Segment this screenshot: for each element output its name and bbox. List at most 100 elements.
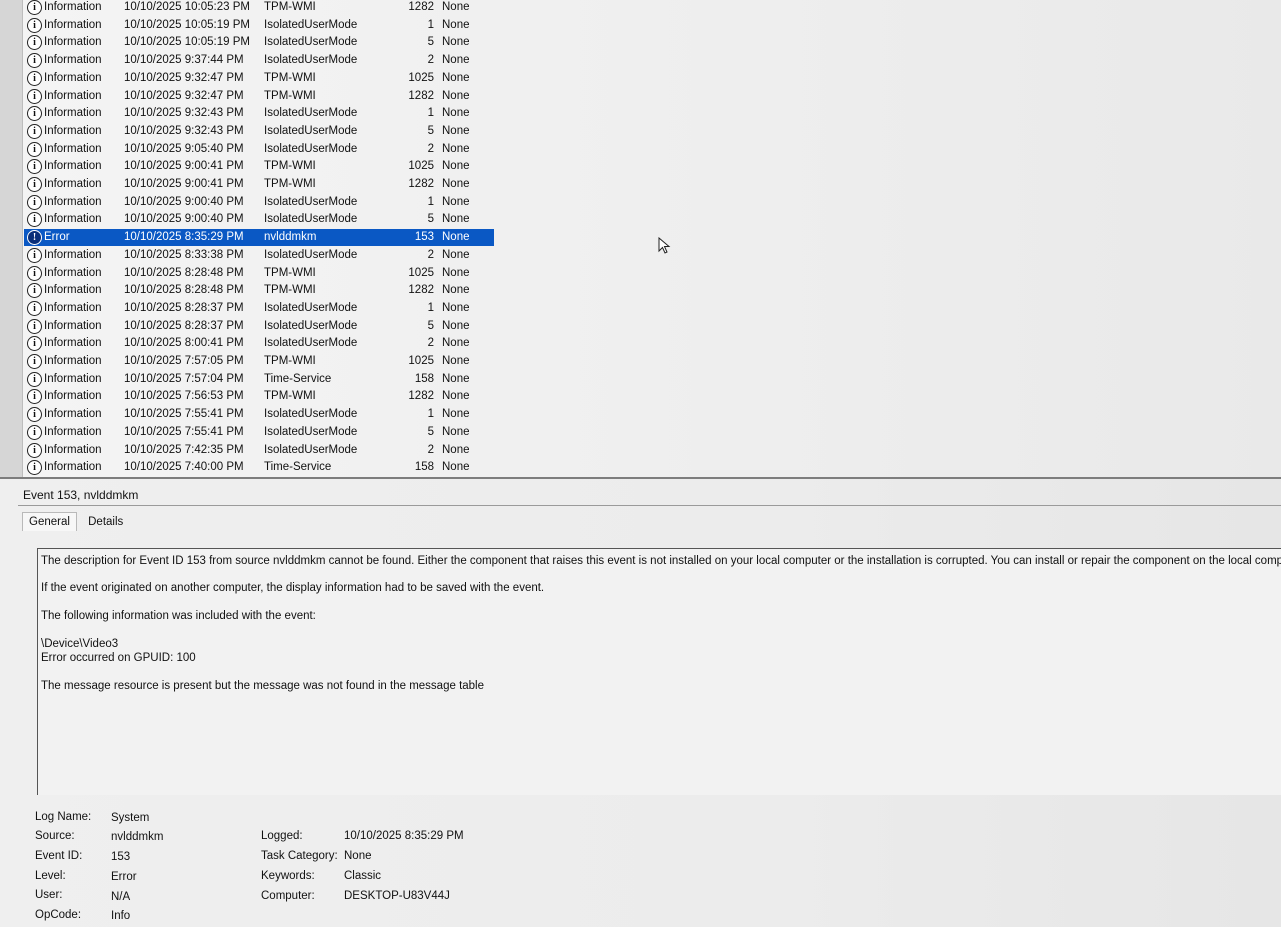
event-id: 158 [414,372,434,385]
event-task-category: None [442,1,470,13]
event-task-category: None [442,160,470,173]
event-row[interactable]: i Information 10/10/2025 9:00:40 PM Isolate… [24,194,494,211]
detail-tabs: General Details [22,512,131,532]
event-task-category: None [442,36,470,49]
event-source: TPM-WMI [264,1,316,13]
event-date: 10/10/2025 8:28:48 PM [124,284,244,297]
logged-label: Logged: [261,830,303,842]
event-id: 1025 [408,71,434,84]
event-row[interactable]: i Information 10/10/2025 8:28:48 PM TPM-WMI… [24,282,494,299]
event-row[interactable]: i Information 10/10/2025 7:55:41 PM Isolate… [24,424,494,441]
event-row[interactable]: i Information 10/10/2025 10:05:23 PM TPM-WM… [24,0,494,16]
event-row[interactable]: i Information 10/10/2025 7:40:00 PM Time-Se… [24,459,494,476]
info-circle-icon: i [27,0,42,15]
info-circle-icon: i [27,159,42,175]
event-source: Time-Service [264,372,332,385]
description-line: If the event originated on another compu… [41,582,545,594]
event-date: 10/10/2025 8:35:29 PM [124,231,244,244]
event-source: TPM-WMI [264,390,316,403]
tab-details[interactable]: Details [82,513,129,531]
event-row[interactable]: i Information 10/10/2025 9:00:41 PM TPM-WMI… [24,176,494,193]
event-source: IsolatedUserMode [264,213,358,226]
event-id: 1282 [408,1,434,13]
info-circle-icon: i [27,460,42,476]
event-task-category: None [442,71,470,84]
info-circle-icon: i [27,336,42,352]
event-source: IsolatedUserMode [264,319,358,332]
event-list: i Information 10/10/2025 10:05:23 PM TPM-WM… [0,0,1281,479]
event-source: nvlddmkm [264,231,317,244]
info-circle-icon: i [27,123,42,139]
event-row[interactable]: i Information 10/10/2025 9:32:47 PM TPM-WMI… [24,70,494,87]
event-task-category: None [442,319,470,332]
event-row[interactable]: i Information 10/10/2025 7:57:05 PM TPM-WMI… [24,353,494,370]
event-source: TPM-WMI [264,89,316,102]
event-task-category: None [442,124,470,137]
keywords-value: Classic [344,870,382,882]
event-source: IsolatedUserMode [264,301,358,314]
event-row[interactable]: i Information 10/10/2025 9:32:43 PM Isolate… [24,105,494,122]
event-task-category: None [442,142,470,155]
event-row[interactable]: i Information 10/10/2025 10:05:19 PM Isolat… [24,17,494,34]
event-task-category: None [442,355,470,367]
event-source: IsolatedUserMode [264,408,358,421]
event-row[interactable]: i Information 10/10/2025 7:42:35 PM Isolate… [24,442,494,459]
event-date: 10/10/2025 9:32:43 PM [124,107,244,120]
event-row[interactable]: i Information 10/10/2025 10:05:19 PM Isolat… [24,34,494,51]
user-value: N/A [111,891,131,903]
event-id: 1282 [408,390,434,403]
info-circle-icon: i [27,70,42,86]
event-id: 2 [427,443,434,456]
event-row[interactable]: i Information 10/10/2025 8:00:41 PM Isolate… [24,335,494,352]
tab-general[interactable]: General [22,512,77,531]
event-row[interactable]: i Information 10/10/2025 9:00:40 PM Isolate… [24,211,494,228]
event-row[interactable]: i Information 10/10/2025 8:33:38 PM Isolate… [24,247,494,264]
event-row[interactable]: i Information 10/10/2025 8:28:37 PM Isolate… [24,318,494,335]
event-row[interactable]: i Information 10/10/2025 7:57:04 PM Time-Se… [24,371,494,388]
event-id-label: Event ID: [35,850,83,862]
event-source: TPM-WMI [264,284,316,297]
event-task-category: None [442,89,470,102]
info-circle-icon: i [27,194,42,210]
event-date: 10/10/2025 8:28:48 PM [124,266,244,279]
info-circle-icon: i [27,177,42,192]
event-row[interactable]: i Information 10/10/2025 9:05:40 PM Isolate… [24,141,494,158]
event-row[interactable]: i Information 10/10/2025 9:00:41 PM TPM-WMI… [24,158,494,175]
event-row[interactable]: i Information 10/10/2025 8:28:37 PM Isolate… [24,300,494,317]
event-date: 10/10/2025 9:37:44 PM [124,54,244,67]
event-id: 1025 [408,355,434,367]
info-circle-icon: i [27,424,42,440]
event-level: Information [44,301,102,314]
event-task-category: None [442,107,470,120]
event-level: Information [44,124,102,137]
event-level: Information [44,372,102,385]
event-date: 10/10/2025 8:33:38 PM [124,248,244,261]
event-id: 153 [414,231,434,244]
task-category-label: Task Category: [261,850,338,862]
log-name-label: Log Name: [35,811,92,823]
event-id: 5 [427,36,434,49]
event-id: 2 [427,248,434,261]
event-row-selected[interactable]: ! Error 10/10/2025 8:35:29 PM nvlddmkm 153 No… [24,229,494,247]
error-circle-icon: ! [27,230,42,246]
event-id: 2 [427,142,434,155]
event-level: Information [44,213,102,226]
description-line: \Device\Video3 [41,638,119,650]
event-source: IsolatedUserMode [264,107,358,120]
event-date: 10/10/2025 7:56:53 PM [124,390,244,403]
event-task-category: None [442,284,470,297]
event-row[interactable]: i Information 10/10/2025 8:28:48 PM TPM-WMI… [24,265,494,282]
event-row[interactable]: i Information 10/10/2025 9:32:43 PM Isolate… [24,123,494,140]
event-row[interactable]: i Information 10/10/2025 7:55:41 PM Isolate… [24,406,494,423]
event-id: 5 [427,425,434,438]
event-date: 10/10/2025 8:28:37 PM [124,319,244,332]
user-label: User: [35,889,63,901]
event-id: 2 [427,54,434,67]
event-date: 10/10/2025 9:00:41 PM [124,160,244,173]
info-circle-icon: i [27,389,42,405]
event-row[interactable]: i Information 10/10/2025 9:37:44 PM Isolate… [24,52,494,69]
event-level: Information [44,89,102,102]
event-row[interactable]: i Information 10/10/2025 7:56:53 PM TPM-WMI… [24,388,494,405]
event-task-category: None [442,390,470,403]
event-row[interactable]: i Information 10/10/2025 9:32:47 PM TPM-WMI… [24,88,494,105]
